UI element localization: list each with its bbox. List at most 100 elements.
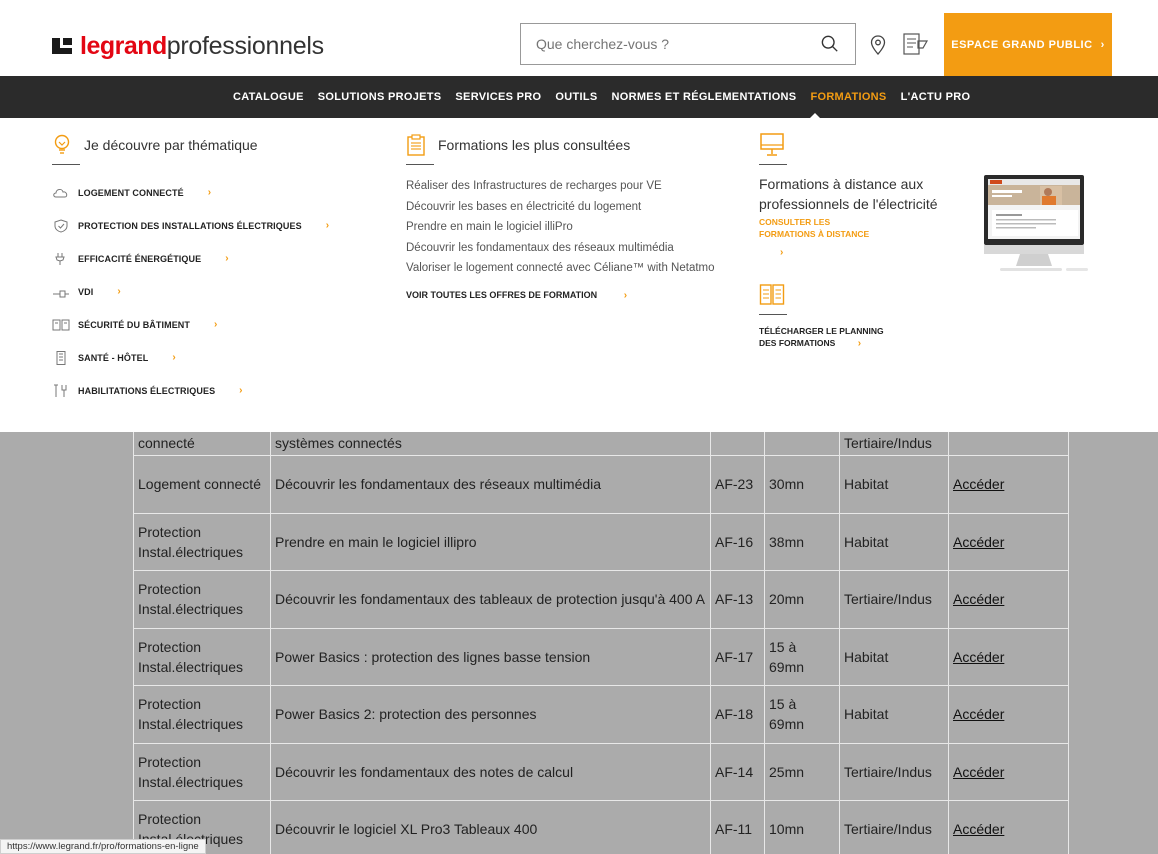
popular-heading: Formations les plus consultées [406,134,630,156]
all-offers-link[interactable]: VOIR TOUTES LES OFFRES DE FORMATION › [406,290,627,301]
course-code-cell: AF-14 [710,742,765,801]
download-planning-link[interactable]: TÉLÉCHARGER LE PLANNING DES FORMATIONS › [759,325,899,350]
theme-item-label: LOGEMENT CONNECTÉ [78,187,184,198]
course-access-cell: Accéder [948,742,1069,801]
course-access-cell: Accéder [948,627,1069,686]
table-row: Protection Instal.électriques Power Basic… [133,627,1069,686]
theme-item-label: VDI [78,286,94,297]
theme-item-label: HABILITATIONS ÉLECTRIQUES [78,385,216,396]
planning-line1: TÉLÉCHARGER LE PLANNING [759,326,884,336]
nav-item-formations[interactable]: FORMATIONS [810,91,886,103]
theme-item-label: SANTÉ - HÔTEL [78,352,149,363]
distance-link-line2: FORMATIONS À DISTANCE [759,229,870,239]
nav-item-normes[interactable]: NORMES ET RÉGLEMENTATIONS [612,91,797,103]
cable-icon [53,290,69,297]
planning-divider [759,314,787,315]
clipboard-icon [407,134,425,156]
course-theme-cell: Protection Instal.électriques [133,742,271,801]
chevron-right-icon[interactable]: › [780,247,783,258]
logo-brand-text: legrand [80,31,167,60]
monitor-icon [760,133,784,156]
nav-item-actu-pro[interactable]: L'ACTU PRO [901,91,971,103]
theme-item-logement-connecte[interactable]: LOGEMENT CONNECTÉ › [52,176,329,209]
main-nav: CATALOGUE SOLUTIONS PROJETS SERVICES PRO… [0,76,1158,118]
distance-link[interactable]: CONSULTER LES FORMATIONS À DISTANCE [759,216,889,240]
course-title-cell: Découvrir les fondamentaux des réseaux m… [270,455,711,514]
table-row: Logement connecté Découvrir les fondament… [133,455,1069,514]
theme-item-label: PROTECTION DES INSTALLATIONS ÉLECTRIQUES [78,220,302,231]
theme-item-label: EFFICACITÉ ÉNERGÉTIQUE [78,253,202,264]
course-access-cell: Accéder [948,455,1069,514]
plug-icon [55,252,65,265]
popular-link-illipro[interactable]: Prendre en main le logiciel illiPro [406,217,715,238]
status-url-bar: https://www.legrand.fr/pro/formations-en… [0,839,206,854]
theme-item-securite[interactable]: SÉCURITÉ DU BÂTIMENT › [52,308,329,341]
table-row: Protection Instal.électriquesDécouvrir l… [133,800,1069,854]
chevron-right-icon: › [325,220,330,231]
course-access-cell: Accéder [948,512,1069,571]
access-link[interactable]: Accéder [953,476,1004,492]
planning-line2-text: DES FORMATIONS [759,338,836,348]
popular-link-celiane-netatmo[interactable]: Valoriser le logement connecté avec Céli… [406,258,715,279]
shield-icon [54,218,68,233]
access-link[interactable]: Accéder [953,649,1004,665]
nav-item-solutions-projets[interactable]: SOLUTIONS PROJETS [318,91,442,103]
popular-link-recharges-ve[interactable]: Réaliser des Infrastructures de recharge… [406,176,715,197]
legrand-logo[interactable]: legrand professionnels [52,31,324,61]
course-title-cell: Découvrir les fondamentaux des notes de … [270,742,711,801]
access-link[interactable]: Accéder [953,591,1004,607]
chevron-right-icon: › [623,290,628,301]
planning-line2: DES FORMATIONS › [759,337,899,350]
access-link[interactable]: Accéder [953,821,1004,837]
course-code-cell: AF-16 [710,512,765,571]
themes-heading-text: Je découvre par thématique [84,137,258,153]
course-access-cell: Accéder [948,570,1069,629]
theme-item-efficacite[interactable]: EFFICACITÉ ÉNERGÉTIQUE › [52,242,329,275]
alarm-panel-icon [52,319,70,330]
chevron-right-icon: › [239,385,243,396]
course-duration-cell: 15 à 69mn [764,627,840,686]
search-box [520,23,856,65]
course-code-cell: AF-17 [710,627,765,686]
themes-heading: Je découvre par thématique [52,134,258,156]
theme-item-protection[interactable]: PROTECTION DES INSTALLATIONS ÉLECTRIQUES… [52,209,329,242]
popular-link-reseaux-multimedia[interactable]: Découvrir les fondamentaux des réseaux m… [406,238,715,259]
map-pin-icon[interactable] [870,35,886,55]
course-market-cell: Habitat [839,512,949,571]
cloud-icon [53,188,68,197]
theme-item-sante-hotel[interactable]: SANTÉ - HÔTEL › [52,341,329,374]
access-link[interactable]: Accéder [953,534,1004,550]
theme-item-label: SÉCURITÉ DU BÂTIMENT [78,319,190,330]
top-strip [0,0,1158,13]
course-duration-cell: 10mn [764,800,840,854]
nav-item-outils[interactable]: OUTILS [555,91,597,103]
nav-item-services-pro[interactable]: SERVICES PRO [455,91,541,103]
chevron-right-icon: › [225,253,229,264]
course-code-cell: AF-23 [710,455,765,514]
distance-divider [759,164,787,165]
search-input[interactable] [521,24,801,64]
chevron-right-icon: › [214,319,218,330]
grand-public-button[interactable]: ESPACE GRAND PUBLIC › [944,13,1112,76]
chevron-right-icon: › [1100,38,1105,51]
catalog-icon[interactable] [903,33,929,55]
course-duration-cell: 30mn [764,455,840,514]
access-link[interactable]: Accéder [953,706,1004,722]
chevron-right-icon: › [172,352,176,363]
course-code-cell: AF-11 [710,800,765,854]
popular-link-bases-electricite[interactable]: Découvrir les bases en électricité du lo… [406,197,715,218]
course-market-cell: Tertiaire/Indus [839,570,949,629]
themes-list: LOGEMENT CONNECTÉ › PROTECTION DES INSTA… [52,176,329,407]
theme-item-habilitations[interactable]: HABILITATIONS ÉLECTRIQUES › [52,374,329,407]
search-icon[interactable] [821,35,839,53]
course-market-cell: Habitat [839,627,949,686]
nav-item-catalogue[interactable]: CATALOGUE [233,91,304,103]
course-duration-cell: 15 à 69mn [764,685,840,744]
courses-table: connecté systèmes connectés Tertiaire/Indu… [133,406,1069,854]
table-row: Protection Instal.électriques Power Basic… [133,685,1069,744]
theme-item-vdi[interactable]: VDI › [52,275,329,308]
course-theme-cell: Protection Instal.électriques [133,570,271,629]
course-duration-cell: 25mn [764,742,840,801]
access-link[interactable]: Accéder [953,764,1004,780]
course-theme-cell: Protection Instal.électriques [133,685,271,744]
